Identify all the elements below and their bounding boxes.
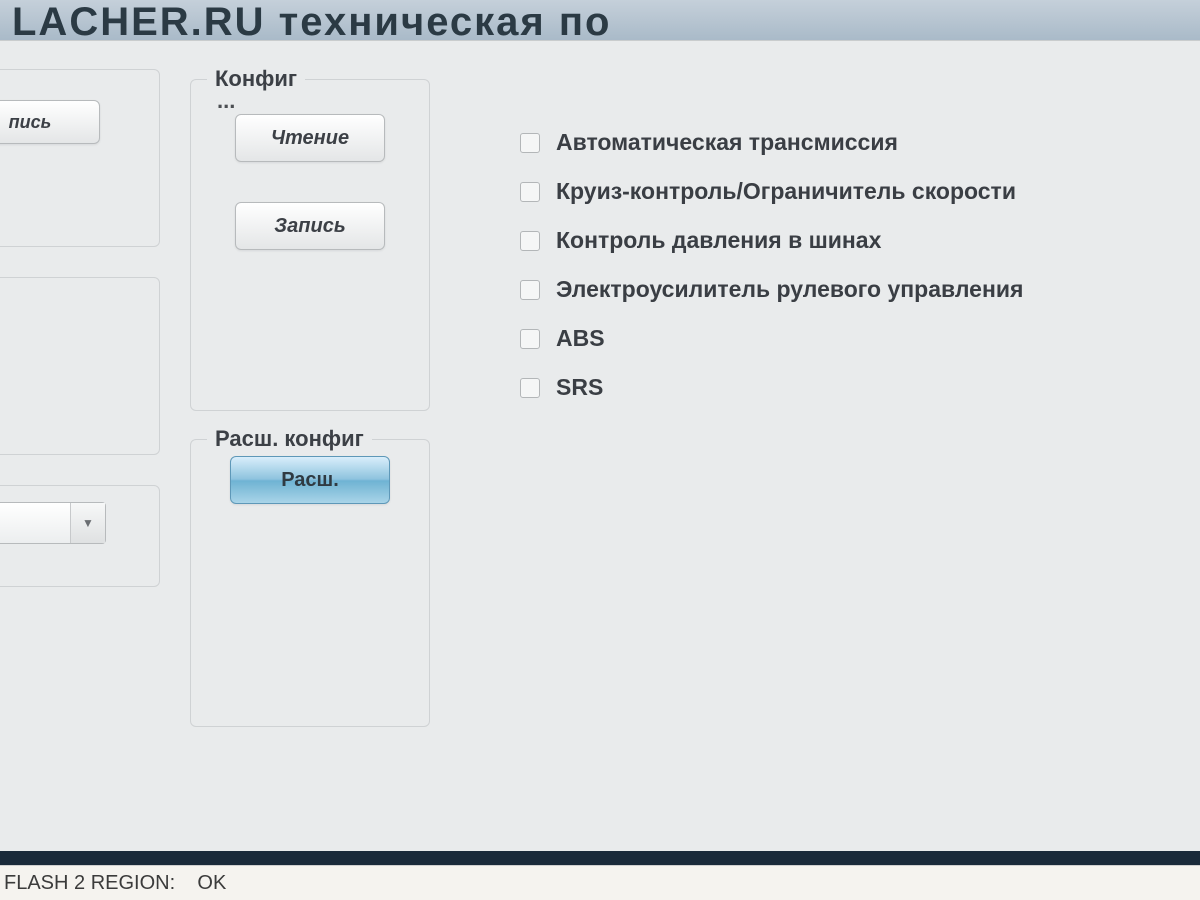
write-button[interactable]: Запись — [235, 202, 385, 250]
option-label: SRS — [556, 374, 603, 401]
left-group-3: ▼ — [0, 485, 160, 587]
config-panel: Конфиг ... Чтение Запись Расш. конфиг Ра… — [190, 51, 430, 727]
expand-button[interactable]: Расш. — [230, 456, 390, 504]
config-group: Конфиг ... Чтение Запись — [190, 79, 430, 411]
checkbox-tire-pressure[interactable] — [520, 231, 540, 251]
checkbox-cruise-control[interactable] — [520, 182, 540, 202]
left-group-1: пись — [0, 69, 160, 247]
left-combo[interactable]: ▼ — [0, 502, 106, 544]
option-label: Электроусилитель рулевого управления — [556, 276, 1023, 303]
option-label: ABS — [556, 325, 605, 352]
left-write-button[interactable]: пись — [0, 100, 100, 144]
option-label: Контроль давления в шинах — [556, 227, 881, 254]
read-button[interactable]: Чтение — [235, 114, 385, 162]
checkbox-power-steering[interactable] — [520, 280, 540, 300]
options-list: Автоматическая трансмиссия Круиз-контрол… — [520, 119, 1180, 423]
option-tire-pressure: Контроль давления в шинах — [520, 227, 1180, 254]
checkbox-srs[interactable] — [520, 378, 540, 398]
option-label: Круиз-контроль/Ограничитель скорости — [556, 178, 1016, 205]
left-group-2 — [0, 277, 160, 455]
ext-config-group: Расш. конфиг Расш. — [190, 439, 430, 727]
status-bar: FLASH 2 REGION: OK — [0, 865, 1200, 900]
option-cruise-control: Круиз-контроль/Ограничитель скорости — [520, 178, 1180, 205]
checkbox-auto-transmission[interactable] — [520, 133, 540, 153]
chevron-down-icon[interactable]: ▼ — [70, 503, 105, 543]
status-value: OK — [197, 872, 226, 894]
option-abs: ABS — [520, 325, 1180, 352]
config-filename-label: ... — [217, 88, 235, 114]
option-power-steering: Электроусилитель рулевого управления — [520, 276, 1180, 303]
option-auto-transmission: Автоматическая трансмиссия — [520, 129, 1180, 156]
option-srs: SRS — [520, 374, 1180, 401]
checkbox-abs[interactable] — [520, 329, 540, 349]
ext-config-group-title: Расш. конфиг — [207, 426, 372, 452]
app-window: пись ▼ Конфиг ... Чтение Запись Расш. ко… — [0, 40, 1200, 851]
left-panel: пись ▼ — [0, 51, 170, 617]
status-label: FLASH 2 REGION: — [4, 872, 175, 894]
option-label: Автоматическая трансмиссия — [556, 129, 898, 156]
